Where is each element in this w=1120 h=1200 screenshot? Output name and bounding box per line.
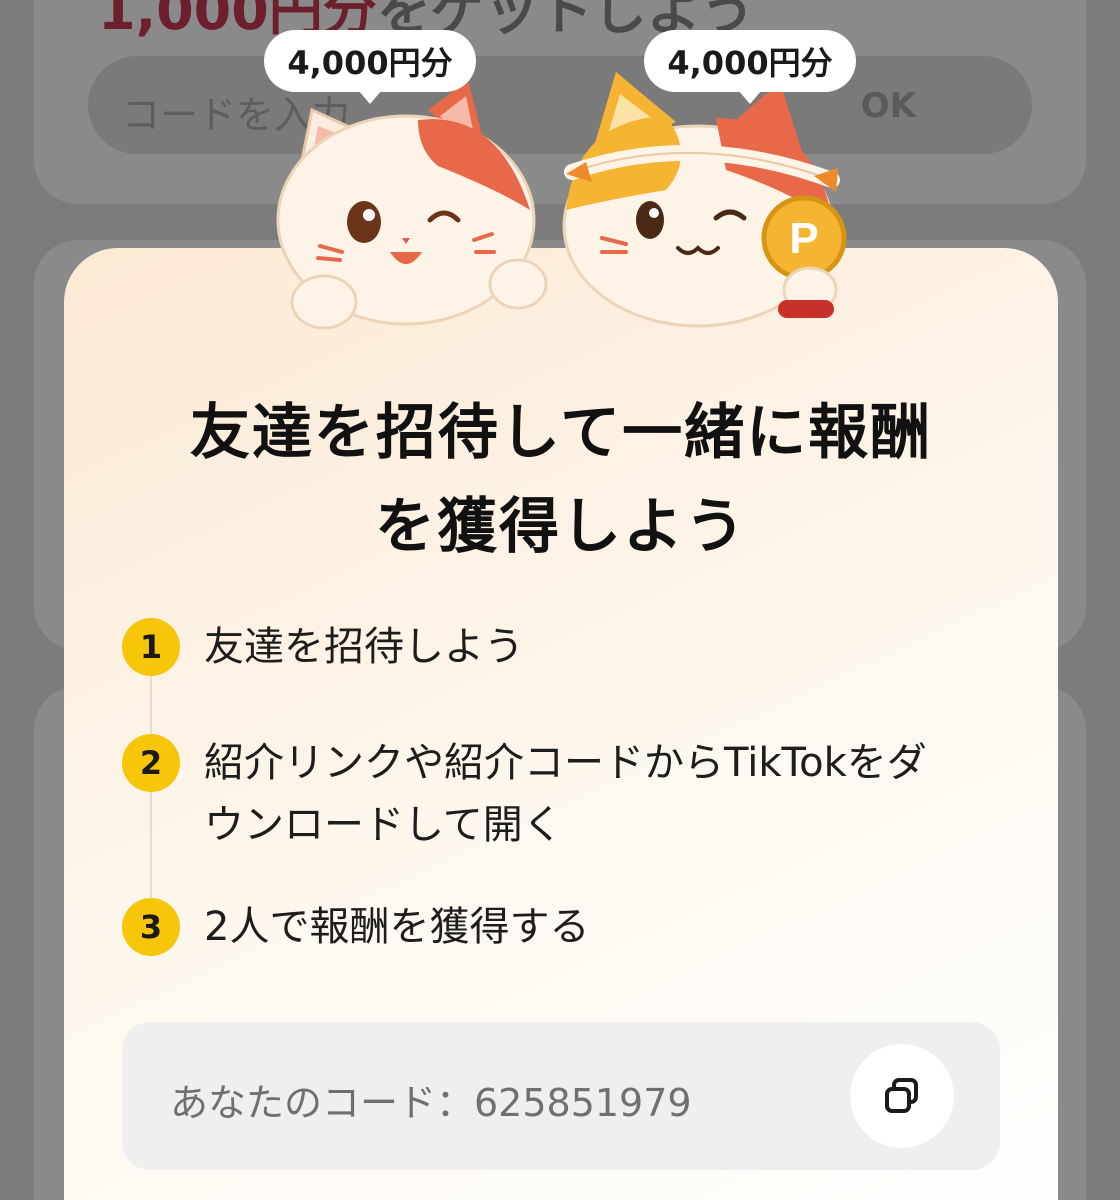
reward-badge-right: 4,000円分 <box>644 30 856 104</box>
referral-code-box: あなたのコード：625851979 <box>122 1022 1000 1170</box>
modal-title-line1: 友達を招待して一緒に報酬 <box>189 398 933 468</box>
step-text: 2人で報酬を獲得する <box>204 904 590 950</box>
cat-mascot-left-illustration <box>276 80 548 330</box>
step-text-line2: ウンロードして開く <box>204 802 563 848</box>
step-item-1: 1 友達を招待しよう <box>120 618 1000 678</box>
copy-icon <box>885 1078 918 1113</box>
reward-badge-left: 4,000円分 <box>264 30 476 104</box>
modal-title: 友達を招待して一緒に報酬 を獲得しよう <box>64 386 1058 574</box>
cat-mascot-right-illustration: P <box>562 72 847 328</box>
step-item-3: 3 2人で報酬を獲得する <box>120 898 1000 958</box>
step-text: 友達を招待しよう <box>204 624 524 670</box>
step-item-2: 2 紹介リンクや紹介コードからTikTokをダ ウンロードして開く <box>120 734 1000 856</box>
step-text: 紹介リンクや紹介コードからTikTokをダ ウンロードして開く <box>204 732 927 856</box>
step-number-badge: 2 <box>122 734 180 792</box>
step-number-badge: 3 <box>122 898 180 956</box>
modal-title-line2: を獲得しよう <box>375 492 747 562</box>
background-ok-button: OK <box>860 86 916 126</box>
step-text-line1: 紹介リンクや紹介コードからTikTokをダ <box>204 740 927 786</box>
referral-code-label: あなたのコード：625851979 <box>170 1081 692 1125</box>
svg-text:P: P <box>789 214 818 263</box>
invite-modal: 友達を招待して一緒に報酬 を獲得しよう 1 友達を招待しよう 2 紹介リンクや紹… <box>64 248 1058 1200</box>
step-number-badge: 1 <box>122 618 180 676</box>
copy-code-button[interactable] <box>850 1044 954 1148</box>
